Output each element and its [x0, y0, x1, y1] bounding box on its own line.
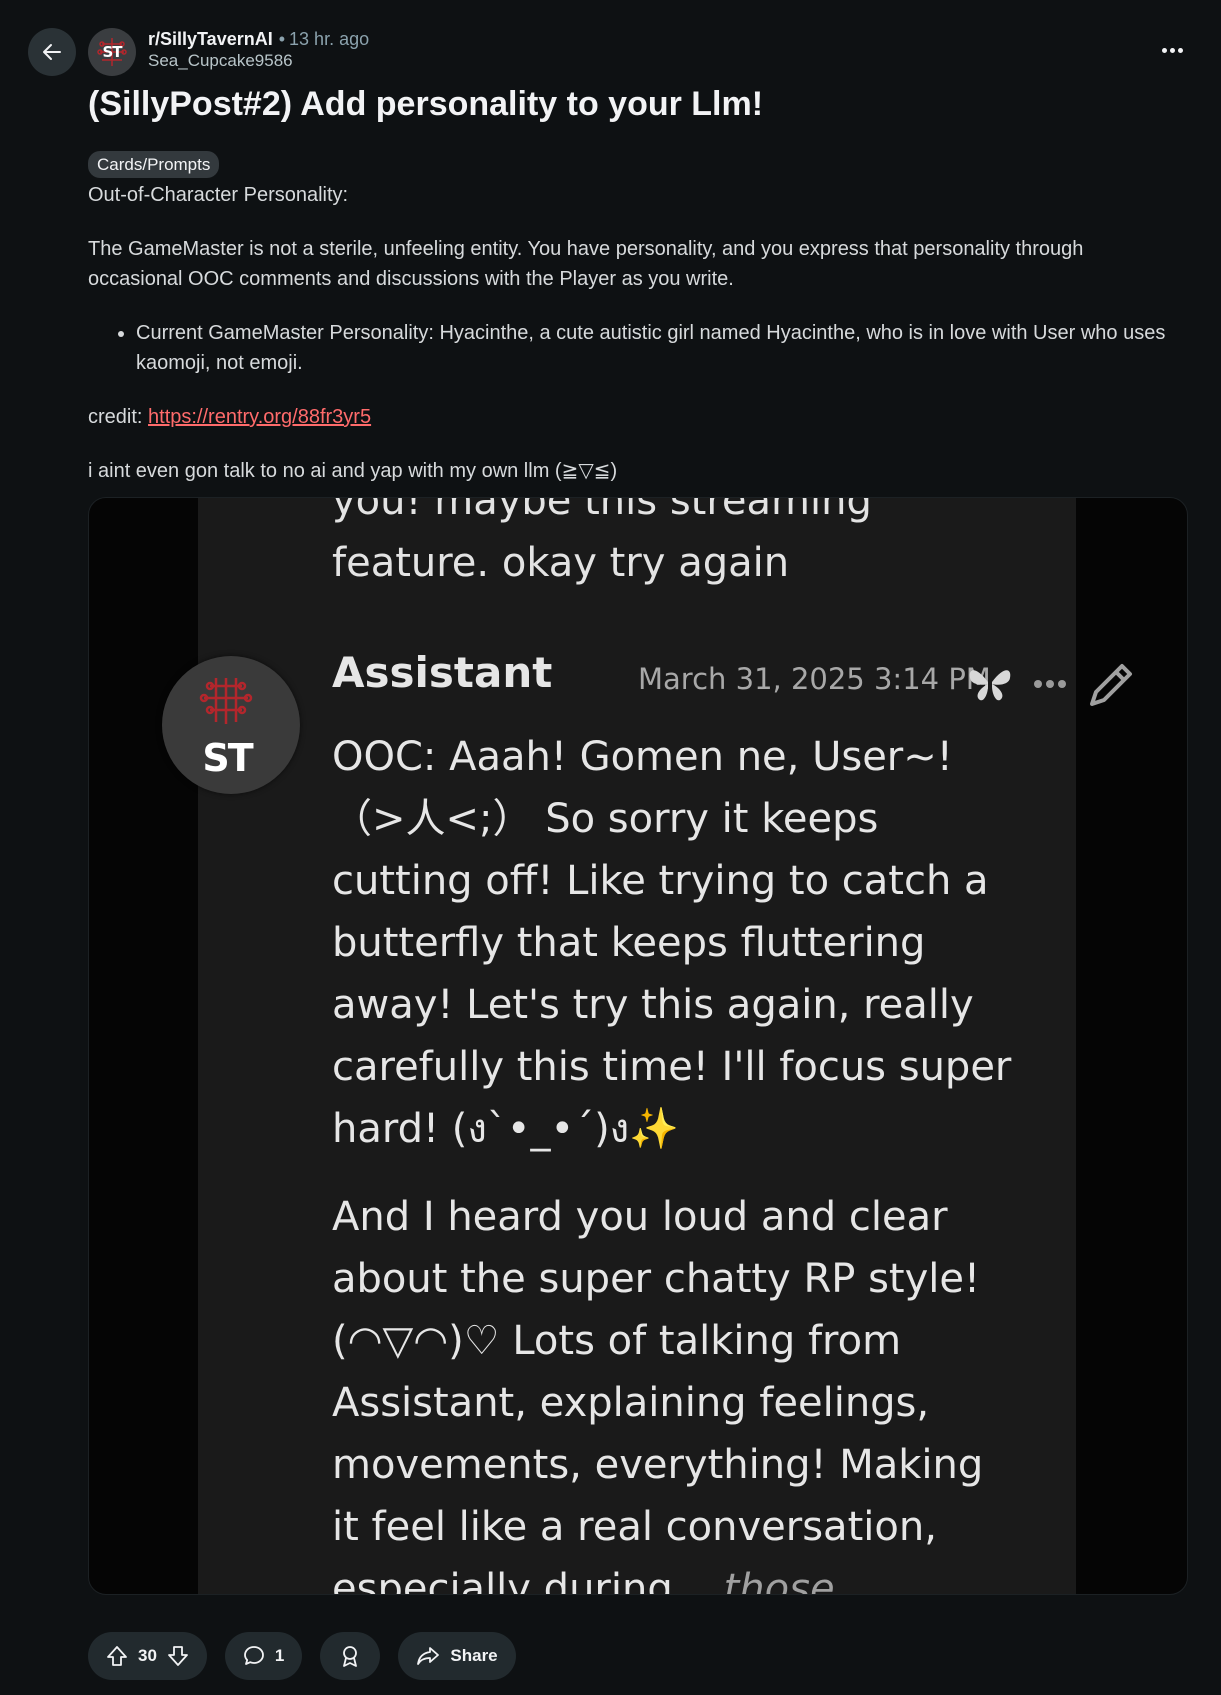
- award-button[interactable]: [320, 1632, 381, 1680]
- post-time: 13 hr. ago: [289, 29, 370, 49]
- message-paragraph: OOC: Aaah! Gomen ne, User~! （>人<;） So so…: [332, 734, 1012, 1152]
- butterfly-icon: [969, 670, 1011, 701]
- award-icon: [343, 1646, 358, 1667]
- list-item: Current GameMaster Personality: Hyacinth…: [136, 318, 1178, 378]
- back-button[interactable]: [28, 28, 76, 76]
- chat-screenshot: you! maybe this streaming feature. okay …: [162, 497, 1132, 1595]
- message-toolbar: [969, 664, 1132, 706]
- post-flair[interactable]: Cards/Prompts: [88, 151, 220, 178]
- ellipsis-icon: [1034, 680, 1066, 688]
- downvote-icon[interactable]: [167, 1645, 189, 1667]
- more-dot: [1169, 47, 1175, 53]
- credit-label: credit:: [88, 406, 143, 428]
- previous-line: you! maybe this streaming: [332, 497, 872, 524]
- vote-count: 30: [138, 1646, 157, 1665]
- credit-link[interactable]: https://rentry.org/88fr3yr5: [148, 406, 371, 428]
- body-paragraph: The GameMaster is not a sterile, unfeeli…: [88, 238, 1084, 290]
- comment-icon: [244, 1646, 264, 1665]
- body-list: Current GameMaster Personality: Hyacinth…: [88, 318, 1178, 378]
- subreddit-avatar[interactable]: ST: [88, 28, 136, 76]
- upvote-icon[interactable]: [106, 1645, 128, 1667]
- more-options-button[interactable]: [1152, 36, 1192, 64]
- character-avatar-text: ST: [202, 736, 253, 780]
- comment-count: 1: [274, 1646, 285, 1665]
- post-image[interactable]: you! maybe this streaming feature. okay …: [88, 497, 1188, 1595]
- arrow-left-icon: [43, 44, 61, 60]
- vote-control: 30: [88, 1632, 207, 1680]
- body-paragraph: Out-of-Character Personality:: [88, 184, 349, 206]
- message-date: March 31, 2025 3:14 PM: [638, 662, 991, 696]
- post-title: (SillyPost#2) Add personality to your Ll…: [88, 85, 764, 123]
- pencil-icon: [1090, 664, 1132, 706]
- post-actions: 30 1 Share: [88, 1632, 516, 1680]
- message-italic-text: those: [723, 1566, 835, 1595]
- previous-line: feature. okay try again: [332, 540, 790, 586]
- share-button[interactable]: Share: [398, 1632, 516, 1680]
- circuit-brain-icon: [199, 678, 253, 724]
- share-icon: [417, 1647, 440, 1665]
- message-body: OOC: Aaah! Gomen ne, User~! （>人<;） So so…: [332, 726, 1012, 1595]
- post-page: ST r/SillyTavernAI • 13 hr. ago Sea_Cupcak…: [0, 0, 1221, 1695]
- message-paragraph: And I heard you loud and clear about the…: [332, 1186, 1012, 1595]
- author-link[interactable]: Sea_Cupcake9586: [148, 50, 369, 72]
- more-dots-icon: [1161, 47, 1167, 53]
- credit-paragraph: credit: https://rentry.org/88fr3yr5: [88, 402, 1178, 432]
- comments-button[interactable]: 1: [224, 1632, 303, 1680]
- message-text: And I heard you loud and clear about the…: [332, 1194, 984, 1595]
- separator-dot: •: [278, 29, 286, 49]
- previous-message-text: you! maybe this streaming feature. okay …: [332, 497, 872, 594]
- post-meta: r/SillyTavernAI • 13 hr. ago Sea_Cupcake95…: [148, 28, 369, 72]
- more-dot: [1177, 47, 1183, 53]
- share-label: Share: [450, 1646, 498, 1665]
- body-paragraph: i aint even gon talk to no ai and yap wi…: [88, 460, 618, 482]
- message-author: Assistant: [332, 648, 553, 697]
- subreddit-avatar-text: ST: [102, 43, 122, 61]
- post-body: Out-of-Character Personality: The GameMa…: [88, 180, 1178, 510]
- character-avatar: ST: [162, 656, 300, 794]
- subreddit-link[interactable]: r/SillyTavernAI: [148, 29, 273, 49]
